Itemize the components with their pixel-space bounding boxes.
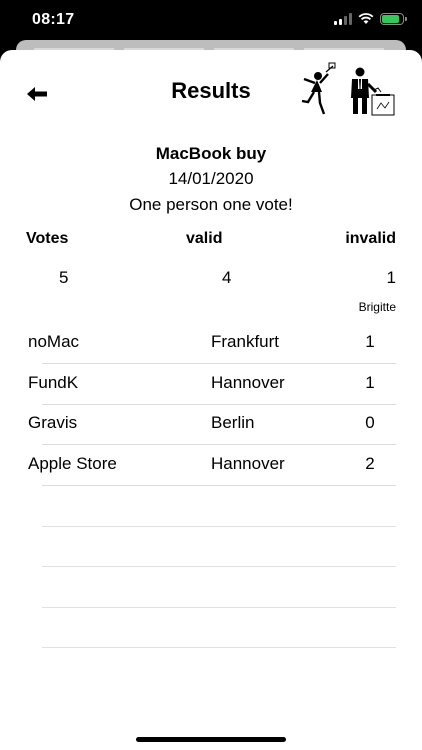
- poll-title: MacBook buy: [155, 144, 267, 163]
- option-city: Hannover: [211, 454, 285, 473]
- option-city: Hannover: [211, 373, 285, 392]
- option-city: Frankfurt: [211, 332, 280, 351]
- option-count: 1: [365, 373, 375, 392]
- row-divider: [42, 485, 396, 486]
- result-row[interactable]: noMac Frankfurt 1: [28, 324, 396, 364]
- poll-date: 14/01/2020: [168, 169, 254, 188]
- invalid-count: 1: [386, 268, 396, 287]
- status-time: 08:17: [32, 11, 75, 28]
- invalid-voter-name: Brigitte: [358, 300, 396, 314]
- option-count: 1: [365, 332, 375, 351]
- status-icons: [334, 13, 407, 25]
- option-name: noMac: [28, 332, 80, 351]
- home-indicator[interactable]: [136, 737, 286, 742]
- row-divider: [42, 363, 396, 364]
- option-city: Berlin: [211, 413, 255, 432]
- votes-count: 5: [59, 268, 69, 287]
- empty-row-divider: [42, 647, 396, 648]
- voting-figures-icon: [301, 62, 395, 116]
- empty-row-divider: [42, 566, 396, 567]
- empty-row-divider: [42, 526, 396, 527]
- result-row[interactable]: FundK Hannover 1: [28, 365, 396, 405]
- option-name: Apple Store: [28, 454, 117, 473]
- cellular-signal-icon: [334, 13, 352, 25]
- invalid-header: invalid: [345, 230, 396, 247]
- wifi-icon: [358, 13, 374, 24]
- row-divider: [42, 444, 396, 445]
- valid-count: 4: [222, 268, 232, 287]
- result-row[interactable]: Apple Store Hannover 2: [28, 446, 396, 486]
- option-count: 0: [365, 413, 375, 432]
- battery-charging-icon: [380, 13, 407, 25]
- poll-rule: One person one vote!: [129, 195, 293, 214]
- option-name: Gravis: [28, 413, 78, 432]
- status-bar: 08:17: [0, 0, 422, 44]
- results-sheet: Results MacBook buy 14/01/2020 One perso…: [0, 50, 422, 750]
- result-row[interactable]: Gravis Berlin 0: [28, 405, 396, 445]
- valid-header: valid: [186, 230, 223, 247]
- empty-row-divider: [42, 607, 396, 608]
- option-name: FundK: [28, 373, 79, 392]
- votes-header: Votes: [26, 230, 69, 247]
- option-count: 2: [365, 454, 375, 473]
